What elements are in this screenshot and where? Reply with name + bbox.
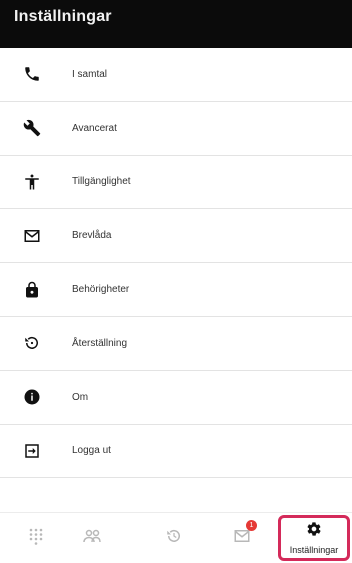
settings-item-label: Om	[72, 391, 89, 403]
tab-settings-label: Inställningar	[289, 545, 339, 555]
settings-item-label: Tillgänglighet	[72, 176, 131, 188]
settings-item-label: I samtal	[72, 68, 108, 80]
settings-item-label: Avancerat	[72, 122, 117, 134]
notification-badge: 1	[246, 520, 257, 531]
tab-contacts[interactable]	[70, 513, 114, 563]
info-icon	[18, 383, 46, 411]
settings-item-label: Återställning	[72, 337, 128, 349]
page-title: Inställningar	[14, 8, 112, 25]
mail-icon	[18, 222, 46, 250]
settings-item-accessibility[interactable]: Tillgänglighet	[0, 156, 352, 210]
settings-item-label: Behörigheter	[72, 284, 130, 296]
settings-item-restore[interactable]: Återställning	[0, 317, 352, 371]
mail-icon	[233, 528, 251, 549]
wrench-icon	[18, 114, 46, 142]
settings-item-about[interactable]: Om	[0, 371, 352, 425]
settings-item-label: Logga ut	[72, 445, 111, 457]
contacts-icon	[82, 528, 102, 549]
settings-item-label: Brevlåda	[72, 230, 112, 242]
tab-settings[interactable]: Inställningar	[278, 515, 350, 561]
phone-icon	[18, 60, 46, 88]
restore-icon	[18, 329, 46, 357]
history-icon	[165, 527, 183, 550]
settings-list: I samtal Avancerat Tillgänglighet Brevlå…	[0, 48, 352, 479]
settings-item-in-call[interactable]: I samtal	[0, 48, 352, 102]
tab-history[interactable]	[152, 513, 196, 563]
logout-icon	[18, 437, 46, 465]
settings-item-advanced[interactable]: Avancerat	[0, 102, 352, 156]
settings-item-permissions[interactable]: Behörigheter	[0, 263, 352, 317]
dialpad-icon	[28, 527, 44, 550]
bottom-navigation: 1 Inställningar	[0, 512, 352, 563]
settings-item-logout[interactable]: Logga ut	[0, 425, 352, 479]
settings-item-mailbox[interactable]: Brevlåda	[0, 209, 352, 264]
tab-keypad[interactable]	[14, 513, 58, 563]
tab-voicemail[interactable]: 1	[220, 513, 264, 563]
lock-icon	[18, 276, 46, 304]
gear-icon	[306, 521, 322, 542]
accessibility-icon	[18, 168, 46, 196]
app-header: Inställningar	[0, 0, 352, 48]
